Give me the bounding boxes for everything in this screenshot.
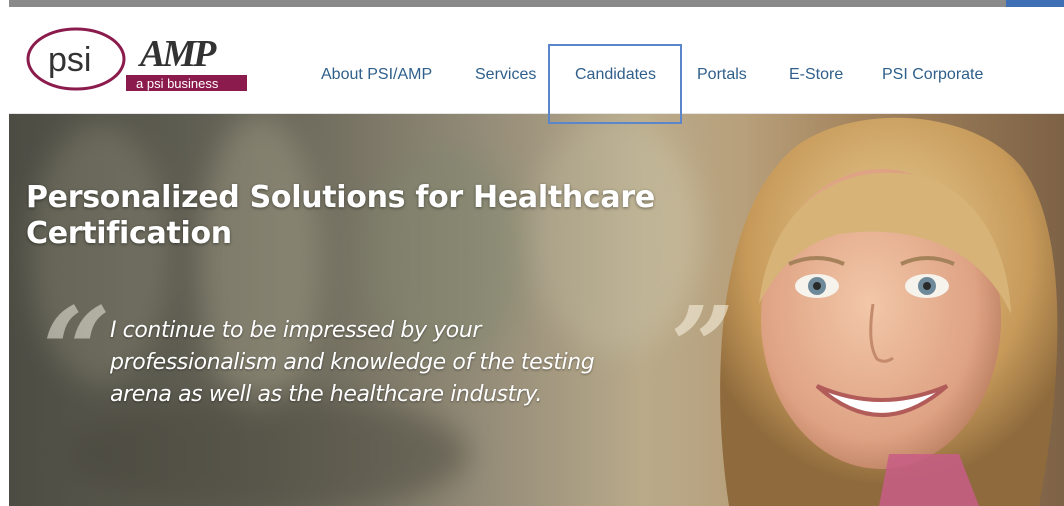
site-header: psi AMP a psi business About PSI/AMP Ser… <box>9 7 1064 124</box>
hero-banner: Personalized Solutions for Healthcare Ce… <box>9 114 1064 506</box>
logo-tagline: a psi business <box>136 76 219 91</box>
window-top-border <box>0 0 1064 7</box>
quote-line3: arena as well as the healthcare industry… <box>110 382 542 407</box>
logo-amp-text: AMP <box>138 33 217 75</box>
nav-psi-corporate[interactable]: PSI Corporate <box>882 66 983 84</box>
nav-services[interactable]: Services <box>475 66 536 84</box>
testimonial-quote: I continue to be impressed by your profe… <box>110 315 670 411</box>
hero-headline-line2: Certification <box>26 216 232 251</box>
quote-line2: professionalism and knowledge of the tes… <box>110 350 595 375</box>
nav-portals[interactable]: Portals <box>697 66 747 84</box>
hero-headline: Personalized Solutions for Healthcare Ce… <box>26 180 706 252</box>
window-left-border <box>0 0 9 506</box>
close-quote-mark: ” <box>671 282 735 411</box>
open-quote-mark: “ <box>42 281 112 422</box>
logo-psi-text: psi <box>48 41 91 79</box>
window-top-accent <box>1006 0 1064 7</box>
nav-about[interactable]: About PSI/AMP <box>321 66 432 84</box>
candidates-highlight-box <box>548 44 682 124</box>
nav-estore[interactable]: E-Store <box>789 66 843 84</box>
quote-line1: I continue to be impressed by your <box>110 318 482 343</box>
hero-headline-line1: Personalized Solutions for Healthcare <box>26 180 655 215</box>
woman-portrait-image <box>720 117 1058 506</box>
psi-amp-logo: psi AMP a psi business <box>26 27 247 91</box>
logo-link[interactable]: psi AMP a psi business <box>9 7 269 113</box>
